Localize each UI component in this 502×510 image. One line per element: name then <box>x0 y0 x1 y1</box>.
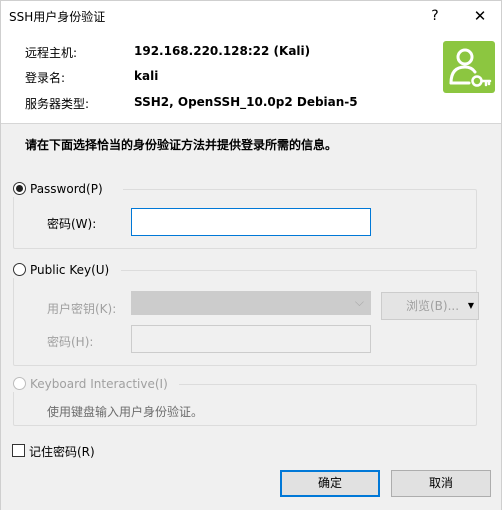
browse-button-label: 浏览(B)... <box>406 299 460 313</box>
password-input[interactable] <box>131 208 371 236</box>
password-radio-label[interactable]: Password(P) <box>30 181 103 197</box>
browse-button[interactable]: 浏览(B)... ▼ <box>381 292 479 320</box>
key-passphrase-input[interactable] <box>131 325 371 353</box>
password-field-label: 密码(W): <box>47 217 97 231</box>
remember-password-label[interactable]: 记住密码(R) <box>29 443 95 460</box>
server-type-label: 服务器类型: <box>25 97 90 111</box>
connection-info: 远程主机: 192.168.220.128:22 (Kali) 登录名: kal… <box>1 32 501 123</box>
keyboard-interactive-description: 使用键盘输入用户身份验证。 <box>47 405 204 419</box>
auth-options-panel: 请在下面选择恰当的身份验证方法并提供登录所需的信息。 Password(P) 密… <box>1 124 501 510</box>
ok-button[interactable]: 确定 <box>280 470 380 497</box>
instruction-text: 请在下面选择恰当的身份验证方法并提供登录所需的信息。 <box>25 138 338 152</box>
dropdown-arrow-icon: ▼ <box>467 301 474 310</box>
server-type-value: SSH2, OpenSSH_10.0p2 Debian-5 <box>134 95 358 109</box>
user-key-label: 用户密钥(K): <box>47 302 117 316</box>
user-key-select[interactable]: ⌵ <box>131 291 371 315</box>
remember-password-checkbox[interactable] <box>12 444 25 457</box>
login-label: 登录名: <box>25 71 66 85</box>
user-key-glyph <box>449 48 492 87</box>
host-value: 192.168.220.128:22 (Kali) <box>134 44 311 58</box>
window-title: SSH用户身份验证 <box>9 10 106 24</box>
chevron-down-icon: ⌵ <box>354 295 364 309</box>
public-key-radio-label[interactable]: Public Key(U) <box>30 262 109 278</box>
help-icon[interactable]: ? <box>415 1 455 32</box>
keyboard-interactive-radio[interactable] <box>13 377 26 390</box>
keyboard-interactive-radio-option[interactable]: Keyboard Interactive(I) <box>13 376 179 392</box>
keyboard-interactive-radio-label[interactable]: Keyboard Interactive(I) <box>30 376 168 392</box>
public-key-radio[interactable] <box>13 263 26 276</box>
title-bar: SSH用户身份验证 ? ✕ <box>1 1 501 32</box>
close-icon[interactable]: ✕ <box>460 1 500 32</box>
login-value: kali <box>134 69 159 83</box>
user-key-icon <box>443 41 495 93</box>
ssh-auth-dialog: SSH用户身份验证 ? ✕ 远程主机: 192.168.220.128:22 (… <box>0 0 502 510</box>
host-label: 远程主机: <box>25 46 78 60</box>
password-radio-option[interactable]: Password(P) <box>13 181 123 197</box>
cancel-button[interactable]: 取消 <box>391 470 491 497</box>
password-radio[interactable] <box>13 182 26 195</box>
key-passphrase-label: 密码(H): <box>47 335 94 349</box>
public-key-radio-option[interactable]: Public Key(U) <box>13 262 121 278</box>
